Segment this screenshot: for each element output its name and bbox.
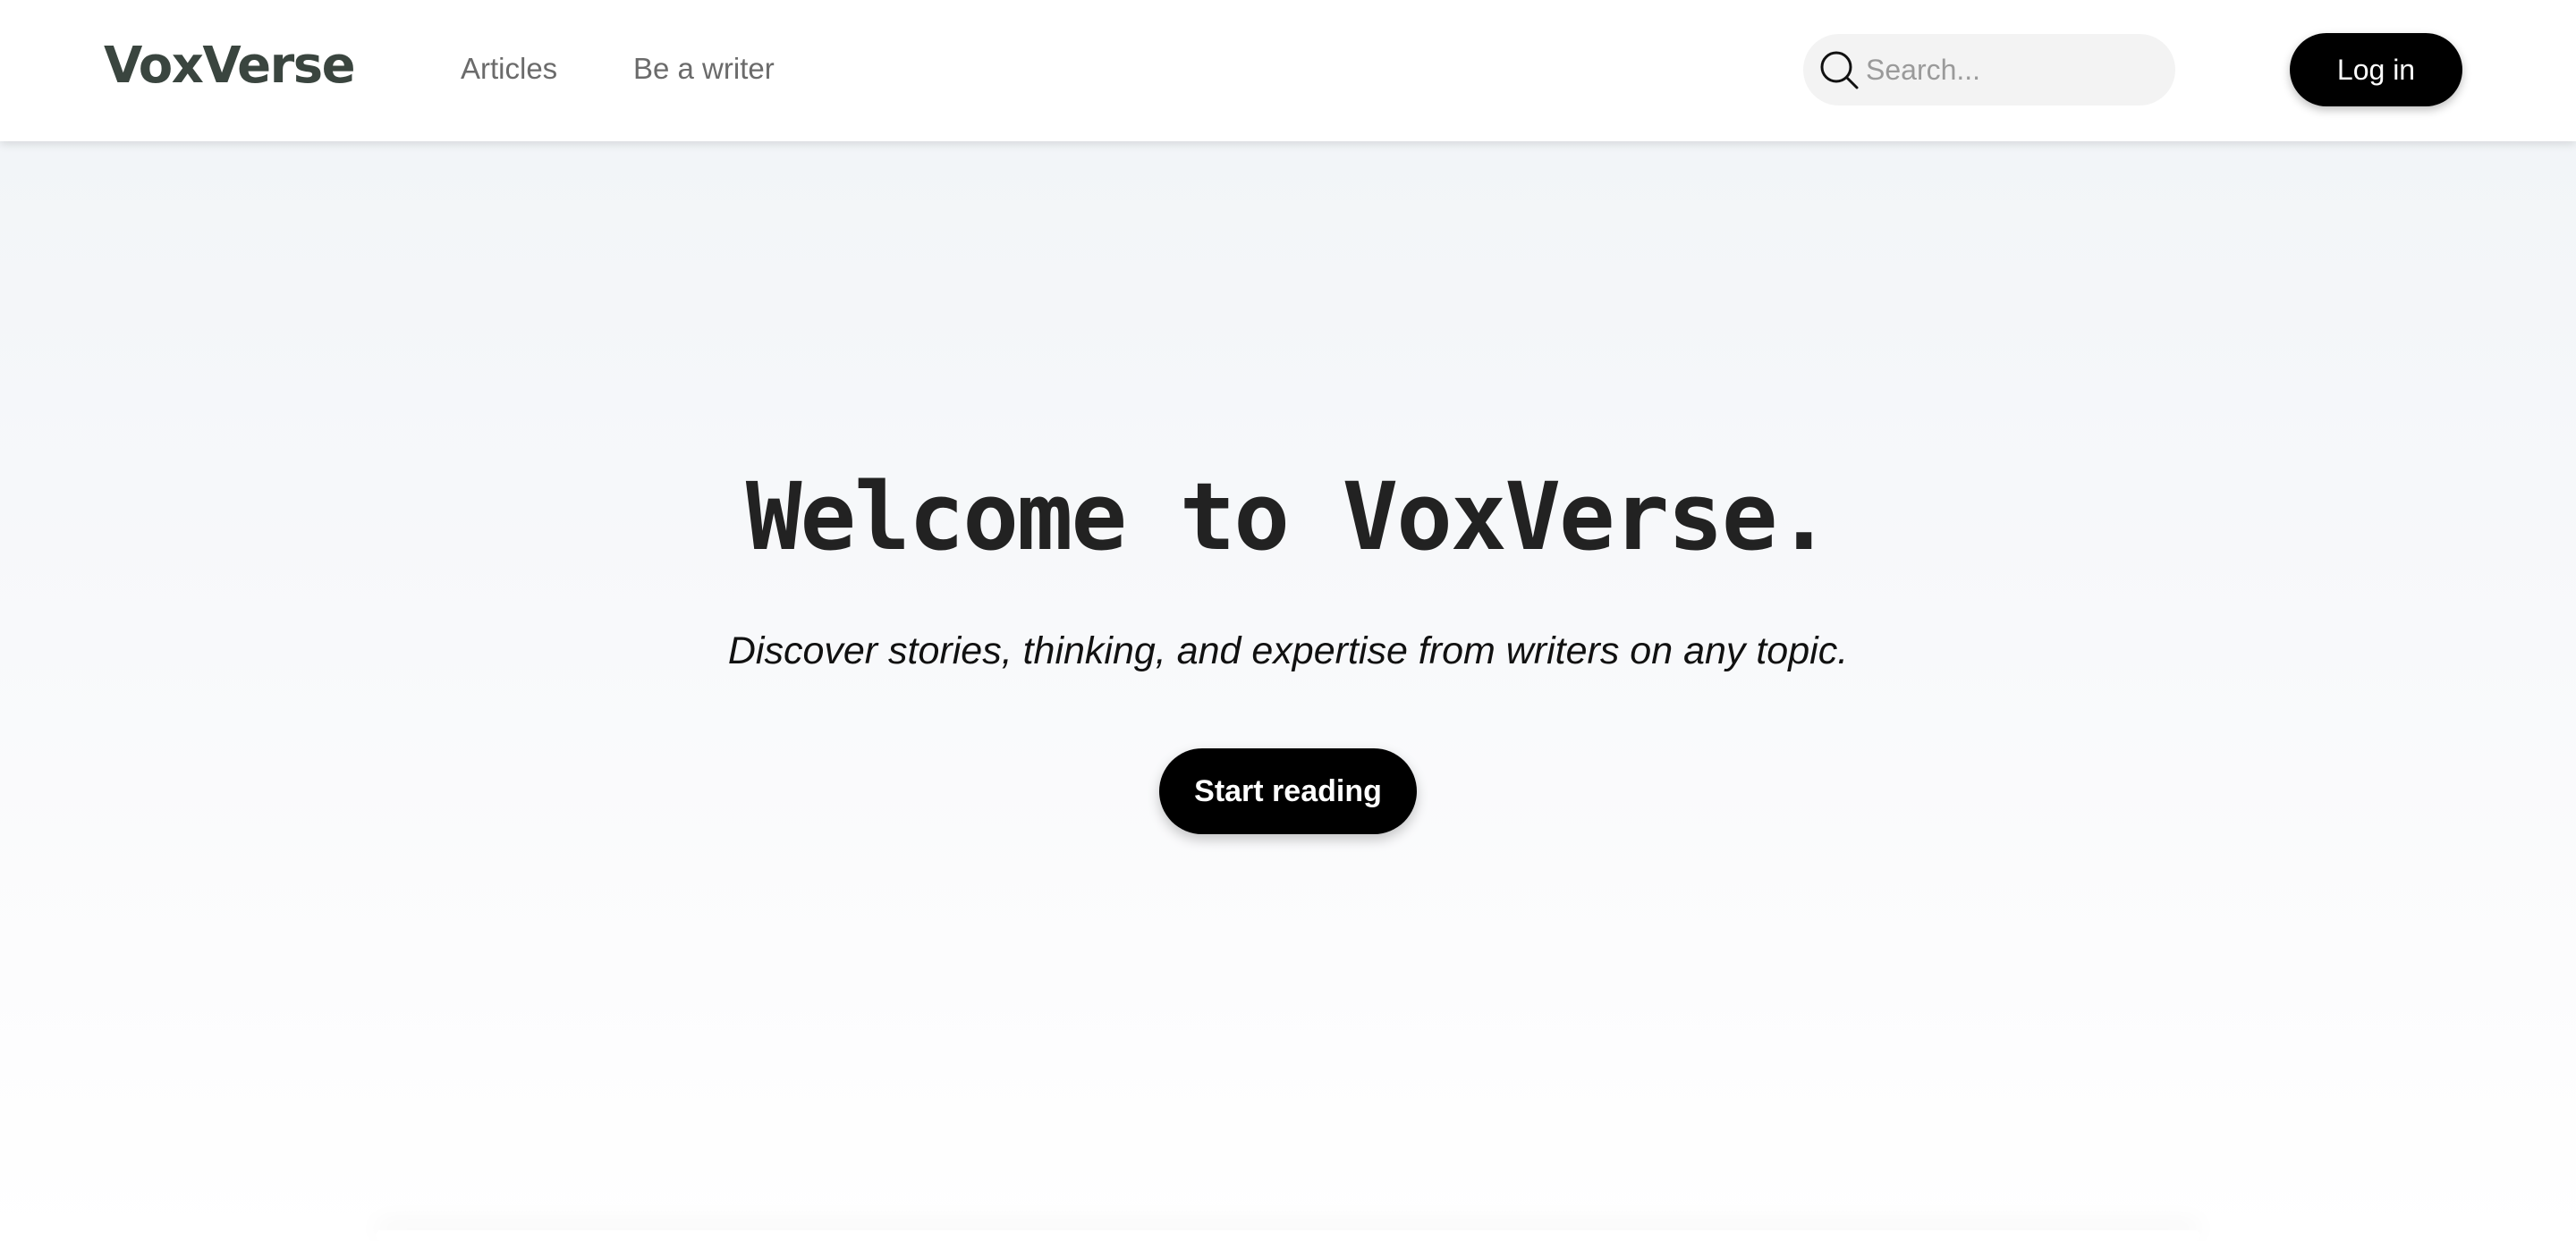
hero-section: Welcome to VoxVerse. Discover stories, t… bbox=[0, 141, 2576, 1241]
site-logo[interactable]: VoxVerse bbox=[104, 32, 356, 100]
search-input[interactable] bbox=[1866, 34, 2161, 106]
hero-subtitle: Discover stories, thinking, and expertis… bbox=[727, 629, 1849, 672]
content-card-edge bbox=[376, 1230, 2200, 1241]
search-box[interactable] bbox=[1803, 34, 2175, 106]
hero-title: Welcome to VoxVerse. bbox=[745, 462, 1832, 571]
nav-link-be-a-writer[interactable]: Be a writer bbox=[633, 46, 775, 91]
search-icon bbox=[1820, 51, 1859, 89]
start-reading-button[interactable]: Start reading bbox=[1159, 748, 1417, 834]
top-navbar: VoxVerse Articles Be a writer Log in bbox=[0, 0, 2576, 141]
login-button[interactable]: Log in bbox=[2290, 33, 2462, 106]
nav-link-articles[interactable]: Articles bbox=[461, 46, 557, 91]
